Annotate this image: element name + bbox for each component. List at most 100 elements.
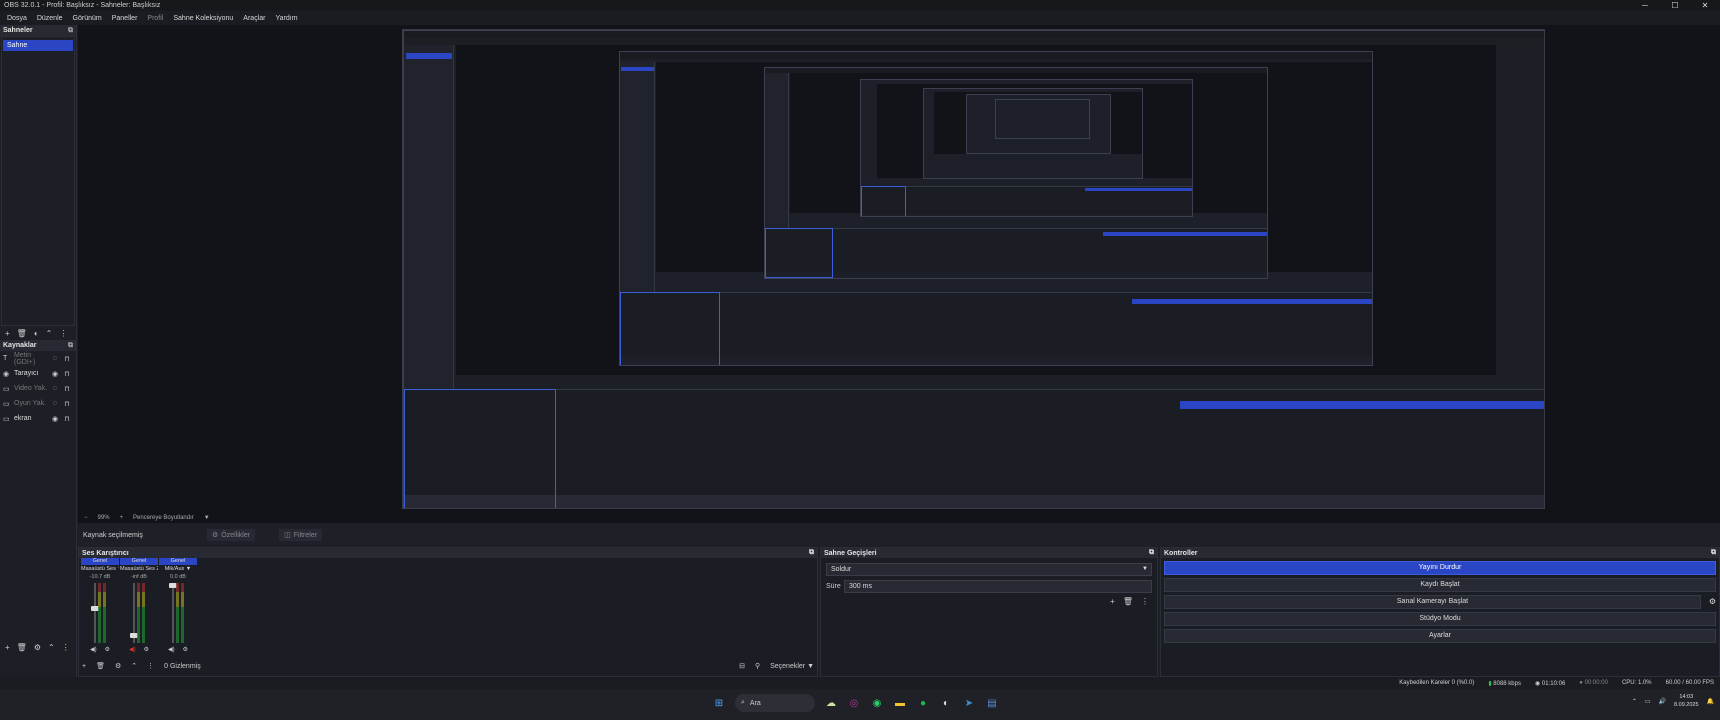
speaker-icon[interactable]: ◀) (129, 646, 136, 653)
preview-canvas[interactable] (402, 29, 1545, 509)
menu-file[interactable]: Dosya (2, 15, 32, 22)
channel-name[interactable]: Mik/Aux ▼ (159, 566, 197, 572)
remove-source-icon[interactable]: 🗑 (17, 643, 27, 652)
trash-icon[interactable]: 🗑 (96, 662, 105, 670)
undock-icon[interactable]: ⧉ (68, 27, 73, 35)
chevron-up-icon[interactable]: ⌃ (131, 662, 137, 670)
menu-docks[interactable]: Paneller (107, 15, 143, 22)
menu-profile[interactable]: Profil (142, 15, 168, 22)
menu-help[interactable]: Yardım (270, 15, 302, 22)
move-up-icon[interactable]: ⌃ (46, 329, 53, 338)
add-icon[interactable]: + (82, 663, 86, 670)
zoom-out-icon[interactable]: − (84, 515, 88, 521)
mixer-view-icon[interactable]: ⊟ (739, 662, 745, 670)
source-item[interactable]: ▭ Oyun Yak. ◌ ⊓ (0, 396, 76, 411)
properties-button[interactable]: ⚙ Özellikler (207, 529, 256, 541)
add-source-icon[interactable]: + (5, 643, 10, 652)
channel-settings-icon[interactable]: ⚙ (183, 646, 188, 653)
channel-settings-icon[interactable]: ⚙ (105, 646, 110, 653)
duration-input[interactable]: 300 ms (844, 580, 1152, 593)
undock-icon[interactable]: ⧉ (809, 549, 814, 557)
window-titlebar: OBS 32.0.1 - Profil: Başlıksız - Sahnele… (0, 0, 1720, 11)
filters-button[interactable]: ◫ Filtreler (279, 529, 323, 541)
zoom-in-icon[interactable]: + (120, 515, 124, 521)
preview-scale-mode[interactable]: Pencereye Boyutlandır (133, 515, 194, 521)
scene-filters-icon[interactable]: ◐ (34, 329, 39, 338)
eye-icon[interactable]: ◉ (49, 370, 61, 378)
maximize-button[interactable]: ☐ (1660, 0, 1690, 11)
volume-icon[interactable]: 🔊 (1659, 698, 1666, 705)
volume-fader[interactable] (130, 583, 138, 643)
settings-button[interactable]: Ayarlar (1164, 629, 1716, 643)
file-explorer-icon[interactable]: ▬ (893, 696, 907, 710)
source-context-bar: Kaynak seçilmemiş ⚙ Özellikler ◫ Filtreler (78, 524, 1720, 546)
clock[interactable]: 14:03 8.09.2025 (1674, 693, 1698, 709)
chevron-down-icon[interactable]: ▼ (204, 515, 210, 521)
sources-dock-title: Kaynaklar (3, 342, 37, 349)
windows-start-icon[interactable]: ⊞ (712, 696, 726, 710)
source-item[interactable]: ▭ ekran ◉ ⊓ (0, 411, 76, 426)
spotify-icon[interactable]: ● (916, 696, 930, 710)
source-item[interactable]: ◉ Tarayıcı ◉ ⊓ (0, 366, 76, 381)
start-virtual-camera-button[interactable]: Sanal Kamerayı Başlat (1397, 598, 1468, 605)
lock-icon[interactable]: ⊓ (61, 415, 73, 423)
add-scene-icon[interactable]: + (5, 329, 10, 338)
gear-icon[interactable]: ⚙ (115, 662, 121, 670)
more-icon[interactable]: ⋮ (147, 662, 154, 670)
app-icon[interactable]: ◎ (847, 696, 861, 710)
studio-mode-button[interactable]: Stüdyo Modu (1164, 612, 1716, 626)
stop-stream-button[interactable]: Yayını Durdur (1164, 561, 1716, 575)
preview-area[interactable]: − 99% + Pencereye Boyutlandır ▼ (78, 25, 1720, 523)
add-transition-icon[interactable]: + (1110, 597, 1115, 606)
chevron-up-icon[interactable]: ⌃ (1632, 698, 1637, 705)
eye-icon[interactable]: ◉ (49, 415, 61, 423)
source-item[interactable]: ▭ Video Yak. ◌ ⊓ (0, 381, 76, 396)
lock-icon[interactable]: ⊓ (61, 385, 73, 393)
transition-select[interactable]: Soldur ▼ (826, 563, 1152, 576)
network-icon[interactable]: ▭ (1645, 698, 1651, 705)
menu-view[interactable]: Görünüm (68, 15, 107, 22)
source-item[interactable]: T Metin (GDI+) ◌ ⊓ (0, 351, 76, 366)
channel-name[interactable]: Masaüstü Ses ▼ (81, 566, 119, 572)
notepad-icon[interactable]: ▤ (985, 696, 999, 710)
speaker-icon[interactable]: ◀) (90, 646, 97, 653)
taskbar-search[interactable]: ⌕ Ara (735, 694, 815, 712)
lock-icon[interactable]: ⊓ (61, 355, 73, 363)
volume-fader[interactable] (91, 583, 99, 643)
speaker-icon[interactable]: ◀) (168, 646, 175, 653)
lock-icon[interactable]: ⊓ (61, 400, 73, 408)
undock-icon[interactable]: ⧉ (68, 342, 73, 350)
mixer-link-icon[interactable]: ⚲ (755, 662, 760, 670)
eye-closed-icon[interactable]: ◌ (49, 385, 61, 392)
obs-icon[interactable]: ◐ (939, 696, 953, 710)
move-up-icon[interactable]: ⌃ (48, 643, 55, 652)
menu-scene-collection[interactable]: Sahne Koleksiyonu (168, 15, 238, 22)
scene-item[interactable]: Sahne (3, 40, 73, 51)
minimize-button[interactable]: ─ (1630, 0, 1660, 11)
undock-icon[interactable]: ⧉ (1711, 549, 1716, 557)
mixer-options-button[interactable]: Seçenekler ▼ (770, 663, 814, 670)
more-icon[interactable]: ⋮ (1141, 597, 1149, 606)
virtual-camera-row: Sanal Kamerayı Başlat ⚙ (1164, 595, 1716, 609)
telegram-icon[interactable]: ➤ (962, 696, 976, 710)
more-icon[interactable]: ⋮ (59, 329, 67, 338)
start-recording-button[interactable]: Kaydı Başlat (1164, 578, 1716, 592)
undock-icon[interactable]: ⧉ (1149, 549, 1154, 557)
widgets-icon[interactable]: ☁ (824, 696, 838, 710)
eye-closed-icon[interactable]: ◌ (49, 355, 61, 362)
lock-icon[interactable]: ⊓ (61, 370, 73, 378)
remove-scene-icon[interactable]: 🗑 (17, 329, 27, 338)
gear-icon[interactable]: ⚙ (1709, 596, 1716, 608)
menu-tools[interactable]: Araçlar (238, 15, 270, 22)
channel-name[interactable]: Masaüstü Ses 2 ▼ (120, 566, 158, 572)
whatsapp-icon[interactable]: ◉ (870, 696, 884, 710)
volume-fader[interactable] (169, 583, 177, 643)
channel-settings-icon[interactable]: ⚙ (144, 646, 149, 653)
remove-transition-icon[interactable]: 🗑 (1123, 597, 1133, 606)
close-button[interactable]: ✕ (1690, 0, 1720, 11)
source-settings-icon[interactable]: ⚙ (34, 643, 41, 652)
menu-edit[interactable]: Düzenle (32, 15, 68, 22)
eye-closed-icon[interactable]: ◌ (49, 400, 61, 407)
notifications-icon[interactable]: 🔔 (1707, 698, 1714, 705)
more-icon[interactable]: ⋮ (62, 643, 70, 652)
